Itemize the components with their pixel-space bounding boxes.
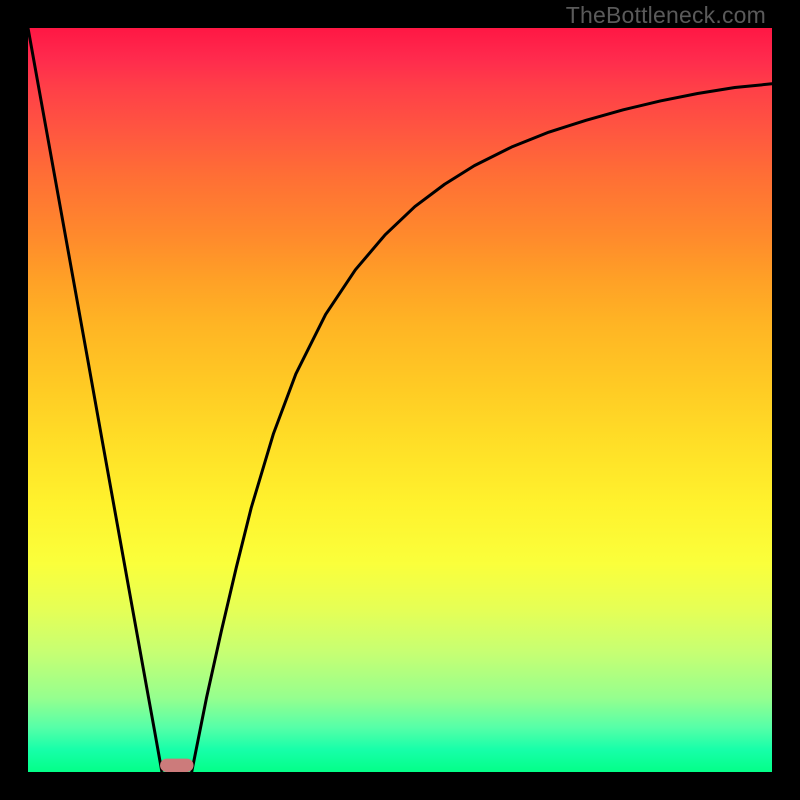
floor-mark — [160, 759, 193, 772]
chart-frame: TheBottleneck.com — [0, 0, 800, 800]
curve-right-branch — [192, 84, 772, 772]
plot-area — [28, 28, 772, 772]
series-left-branch — [28, 28, 162, 772]
watermark-text: TheBottleneck.com — [566, 2, 766, 29]
curve-overlay — [28, 28, 772, 772]
series-right-branch — [192, 84, 772, 772]
curve-left-branch — [28, 28, 162, 772]
